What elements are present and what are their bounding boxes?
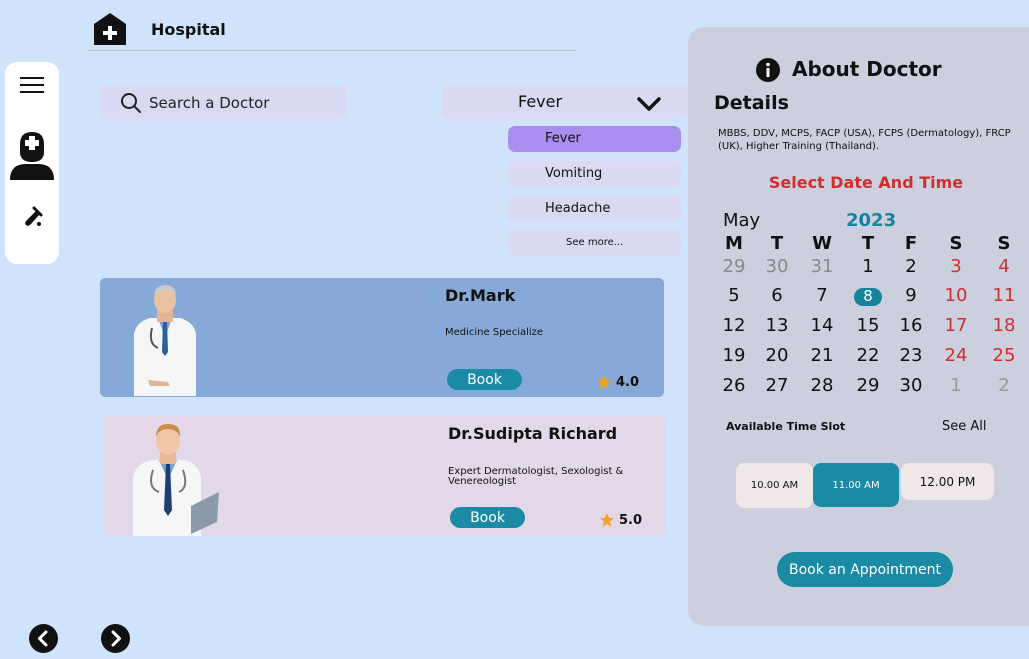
calendar-day[interactable]: 16 [893, 315, 929, 336]
calendar-day[interactable]: 22 [850, 345, 886, 366]
symptom-select-value: Fever [518, 92, 563, 111]
chevron-down-icon [637, 97, 661, 111]
calendar-month: May [723, 210, 761, 231]
calendar-weekday: T [770, 233, 784, 254]
calendar-day[interactable]: 2 [893, 256, 929, 277]
about-doctor-panel: About Doctor Details MBBS, DDV, MCPS, FA… [688, 27, 1029, 626]
forward-arrow-icon[interactable] [101, 624, 130, 653]
calendar-weekday: S [949, 233, 963, 254]
doctor-card[interactable]: Dr.Mark Medicine Specialize Book 4.0 [100, 278, 664, 397]
calendar-day[interactable]: 30 [759, 256, 795, 277]
doctor-rating: 5.0 [599, 512, 642, 528]
doctor-specialty: Medicine Specialize [445, 327, 544, 338]
see-all-link[interactable]: See All [942, 419, 987, 434]
symptom-option-headache[interactable]: Headache [508, 196, 681, 222]
details-text: MBBS, DDV, MCPS, FACP (USA), FCPS (Derma… [718, 128, 1011, 152]
symptom-option-fever[interactable]: Fever [508, 126, 681, 152]
doctor-rating: 4.0 [596, 374, 639, 390]
star-icon [597, 375, 611, 389]
calendar-day[interactable]: 12 [716, 315, 752, 336]
calendar-weekday: W [812, 233, 832, 254]
search-input[interactable] [149, 93, 329, 112]
time-slot-button[interactable]: 11.00 AM [813, 463, 899, 507]
hospital-icon [94, 13, 126, 45]
calendar-day[interactable]: 1 [850, 256, 886, 277]
book-appointment-button[interactable]: Book an Appointment [777, 552, 953, 587]
test-tube-icon [25, 206, 43, 226]
calendar-day[interactable]: 10 [938, 285, 974, 306]
star-icon [600, 513, 614, 527]
doctor-card[interactable]: Dr.Sudipta Richard Expert Dermatologist,… [103, 416, 666, 536]
doctors-nav-button[interactable] [5, 130, 59, 180]
doctor-name: Dr.Mark [445, 286, 516, 305]
calendar-day[interactable]: 29 [850, 375, 886, 396]
calendar-day[interactable]: 31 [804, 256, 840, 277]
calendar-day[interactable]: 27 [759, 375, 795, 396]
calendar-day[interactable]: 14 [804, 315, 840, 336]
menu-icon [20, 77, 44, 93]
calendar-weekday: S [997, 233, 1011, 254]
calendar-day[interactable]: 2 [986, 375, 1022, 396]
calendar-day[interactable]: 26 [716, 375, 752, 396]
calendar-day[interactable]: 5 [716, 285, 752, 306]
menu-button[interactable] [5, 74, 59, 96]
time-slot-label: Available Time Slot [726, 420, 846, 433]
doctor-photo [133, 424, 219, 536]
calendar-day[interactable]: 24 [938, 345, 974, 366]
lab-nav-button[interactable] [5, 205, 59, 229]
search-bar[interactable] [100, 86, 347, 119]
calendar-day[interactable]: 17 [938, 315, 974, 336]
calendar-day[interactable]: 7 [804, 285, 840, 306]
symptom-select[interactable]: Fever [441, 86, 688, 119]
calendar-day[interactable]: 23 [893, 345, 929, 366]
header: Hospital [88, 0, 576, 51]
calendar-day-selected[interactable]: 8 [850, 287, 886, 305]
calendar-day[interactable]: 21 [804, 345, 840, 366]
book-button[interactable]: Book [450, 507, 525, 528]
calendar-day[interactable]: 28 [804, 375, 840, 396]
calendar-day[interactable]: 6 [759, 285, 795, 306]
time-slot-button[interactable]: 10.00 AM [736, 463, 813, 508]
doctor-icon [10, 132, 54, 180]
calendar-day[interactable]: 15 [850, 315, 886, 336]
calendar-day[interactable]: 9 [893, 285, 929, 306]
calendar-day[interactable]: 19 [716, 345, 752, 366]
calendar-day[interactable]: 29 [716, 256, 752, 277]
calendar-day[interactable]: 25 [986, 345, 1022, 366]
doctor-specialty: Expert Dermatologist, Sexologist & Vener… [448, 466, 624, 487]
calendar-weekday: M [725, 233, 743, 254]
calendar-day[interactable]: 11 [986, 285, 1022, 306]
calendar-day[interactable]: 13 [759, 315, 795, 336]
search-icon [121, 92, 141, 113]
symptom-see-more[interactable]: See more... [508, 230, 681, 256]
doctor-photo [134, 285, 196, 396]
calendar-weekday: F [904, 233, 918, 254]
back-arrow-icon[interactable] [29, 624, 58, 653]
details-title: Details [714, 92, 789, 114]
calendar-day[interactable]: 30 [893, 375, 929, 396]
sidebar [5, 62, 59, 264]
calendar-day[interactable]: 20 [759, 345, 795, 366]
calendar-day[interactable]: 3 [938, 256, 974, 277]
symptom-option-vomiting[interactable]: Vomiting [508, 161, 681, 187]
calendar-day[interactable]: 18 [986, 315, 1022, 336]
calendar-day[interactable]: 1 [938, 375, 974, 396]
calendar-weekday: T [861, 233, 875, 254]
doctor-name: Dr.Sudipta Richard [448, 424, 618, 443]
rating-value: 5.0 [619, 512, 643, 528]
calendar-year: 2023 [846, 210, 897, 231]
calendar-day[interactable]: 4 [986, 256, 1022, 277]
app-title: Hospital [151, 20, 226, 39]
book-button[interactable]: Book [447, 369, 522, 390]
time-slot-button[interactable]: 12.00 PM [901, 463, 994, 500]
rating-value: 4.0 [616, 374, 640, 390]
info-icon [756, 58, 780, 82]
select-date-title: Select Date And Time [768, 173, 964, 192]
about-title: About Doctor [792, 57, 942, 81]
